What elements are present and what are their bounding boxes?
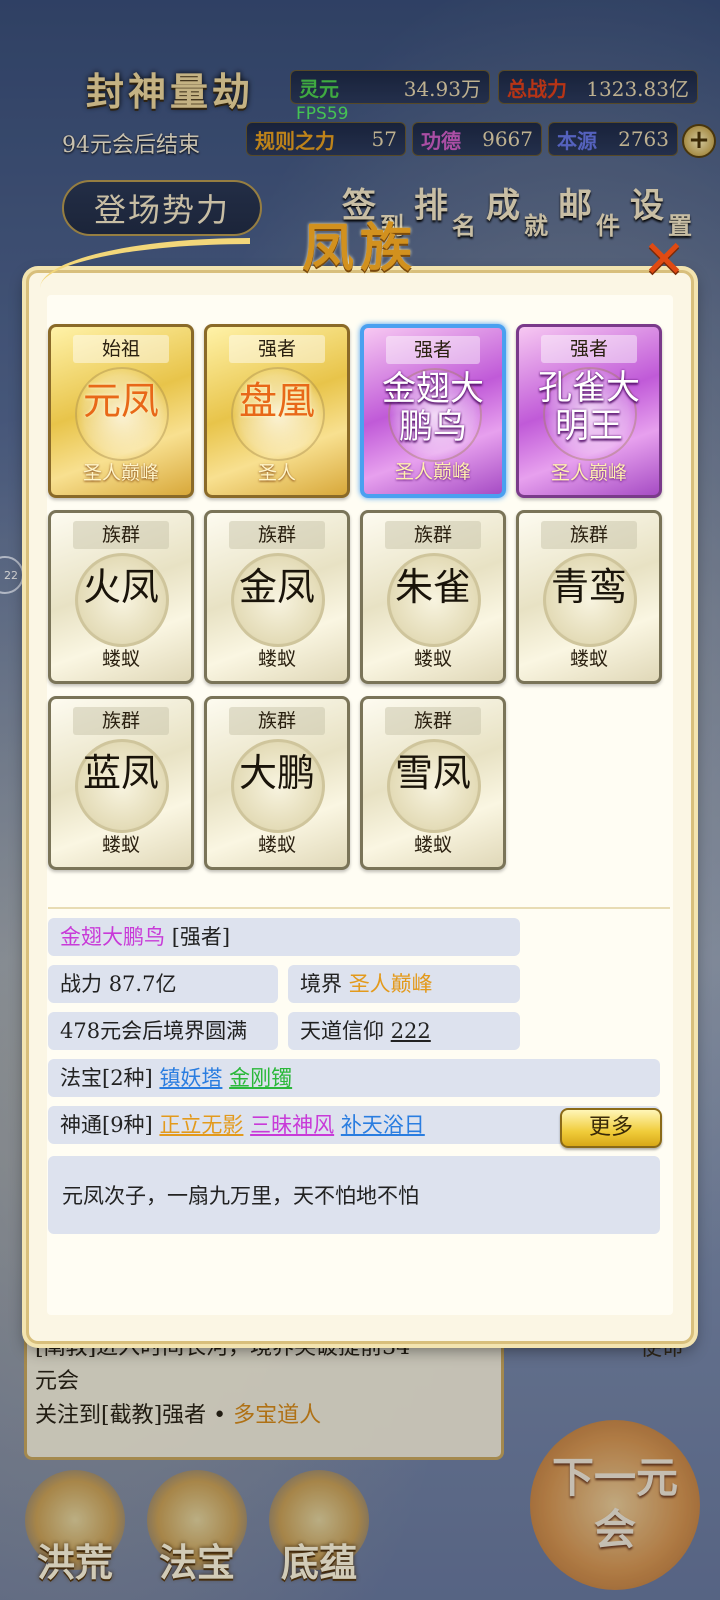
- card-realm: 圣人巅峰: [550, 462, 627, 484]
- modal-title: 凤族: [301, 218, 418, 279]
- realm-value: 圣人巅峰: [348, 972, 433, 996]
- clan-member-card[interactable]: 族群 蓝凤 蝼蚁: [48, 696, 194, 870]
- card-rank: 强者: [541, 335, 637, 363]
- card-realm: 蝼蚁: [257, 648, 296, 670]
- clan-member-card[interactable]: 族群 青鸾 蝼蚁: [516, 510, 662, 684]
- card-name: 火凤: [82, 565, 159, 609]
- card-rank: 族群: [229, 707, 325, 735]
- more-skills-button[interactable]: 更多: [560, 1108, 662, 1148]
- card-rank: 族群: [229, 521, 325, 549]
- divider: [48, 907, 670, 909]
- clan-member-card[interactable]: 始祖 元凤 圣人巅峰: [48, 324, 194, 498]
- power-value: 87.7亿: [108, 972, 177, 996]
- card-name: 大鹏: [238, 751, 315, 795]
- card-realm: 蝼蚁: [101, 648, 140, 670]
- card-name: 金翅大鹏鸟: [382, 369, 484, 447]
- card-rank: 族群: [73, 521, 169, 549]
- detail-name: 金翅大鹏鸟: [60, 925, 165, 949]
- perfect-text: 478元会后境界圆满: [60, 1019, 248, 1043]
- card-rank: 族群: [385, 707, 481, 735]
- card-rank: 族群: [385, 521, 481, 549]
- card-rank: 族群: [73, 707, 169, 735]
- detail-treasure-row: 法宝[2种] 镇妖塔 金刚镯: [48, 1059, 660, 1097]
- detail-realm-row: 境界 圣人巅峰: [288, 965, 520, 1003]
- card-rank: 强者: [386, 336, 480, 364]
- card-name: 盘凰: [238, 379, 315, 423]
- card-realm: 蝼蚁: [101, 834, 140, 856]
- faith-value[interactable]: 222: [391, 1019, 431, 1043]
- card-realm: 蝼蚁: [413, 834, 452, 856]
- clan-member-card[interactable]: 强者 盘凰 圣人: [204, 324, 350, 498]
- card-name: 孔雀大明王: [538, 368, 640, 446]
- card-rank: 强者: [229, 335, 325, 363]
- detail-perfect-row: 478元会后境界圆满: [48, 1012, 278, 1050]
- card-name: 元凤: [82, 379, 159, 423]
- card-rank: 族群: [541, 521, 637, 549]
- skill-link[interactable]: 正立无影: [159, 1113, 243, 1137]
- clan-member-card-selected[interactable]: 强者 金翅大鹏鸟 圣人巅峰: [360, 324, 506, 498]
- clan-member-card[interactable]: 族群 火凤 蝼蚁: [48, 510, 194, 684]
- card-name: 蓝凤: [82, 751, 159, 795]
- card-name: 朱雀: [394, 565, 471, 609]
- close-icon[interactable]: ✕: [636, 232, 692, 288]
- realm-label: 境界: [300, 972, 342, 996]
- card-realm: 圣人巅峰: [394, 461, 471, 483]
- treasure-label: 法宝[2种]: [60, 1066, 153, 1090]
- detail-description: 元凤次子，一扇九万里，天不怕地不怕: [48, 1156, 660, 1234]
- card-name: 青鸾: [550, 565, 627, 609]
- detail-faith-row: 天道信仰 222: [288, 1012, 520, 1050]
- faith-label: 天道信仰: [300, 1019, 384, 1043]
- detail-power-row: 战力 87.7亿: [48, 965, 278, 1003]
- detail-rank-tag: [强者]: [171, 925, 231, 949]
- clan-member-card[interactable]: 族群 雪凤 蝼蚁: [360, 696, 506, 870]
- card-realm: 圣人巅峰: [82, 462, 159, 484]
- clan-member-card[interactable]: 强者 孔雀大明王 圣人巅峰: [516, 324, 662, 498]
- card-realm: 圣人: [257, 462, 296, 484]
- card-rank: 始祖: [73, 335, 169, 363]
- skill-label: 神通[9种]: [60, 1113, 153, 1137]
- card-realm: 蝼蚁: [413, 648, 452, 670]
- clan-member-card[interactable]: 族群 朱雀 蝼蚁: [360, 510, 506, 684]
- clan-member-card[interactable]: 族群 大鹏 蝼蚁: [204, 696, 350, 870]
- treasure-link[interactable]: 金刚镯: [229, 1066, 292, 1090]
- card-name: 金凤: [238, 565, 315, 609]
- skill-link[interactable]: 补天浴日: [341, 1113, 425, 1137]
- detail-name-row: 金翅大鹏鸟 [强者]: [48, 918, 520, 956]
- card-realm: 蝼蚁: [569, 648, 608, 670]
- treasure-link[interactable]: 镇妖塔: [159, 1066, 222, 1090]
- power-label: 战力: [60, 972, 102, 996]
- skill-link[interactable]: 三昧神风: [250, 1113, 334, 1137]
- card-realm: 蝼蚁: [257, 834, 296, 856]
- clan-member-card[interactable]: 族群 金凤 蝼蚁: [204, 510, 350, 684]
- card-name: 雪凤: [394, 751, 471, 795]
